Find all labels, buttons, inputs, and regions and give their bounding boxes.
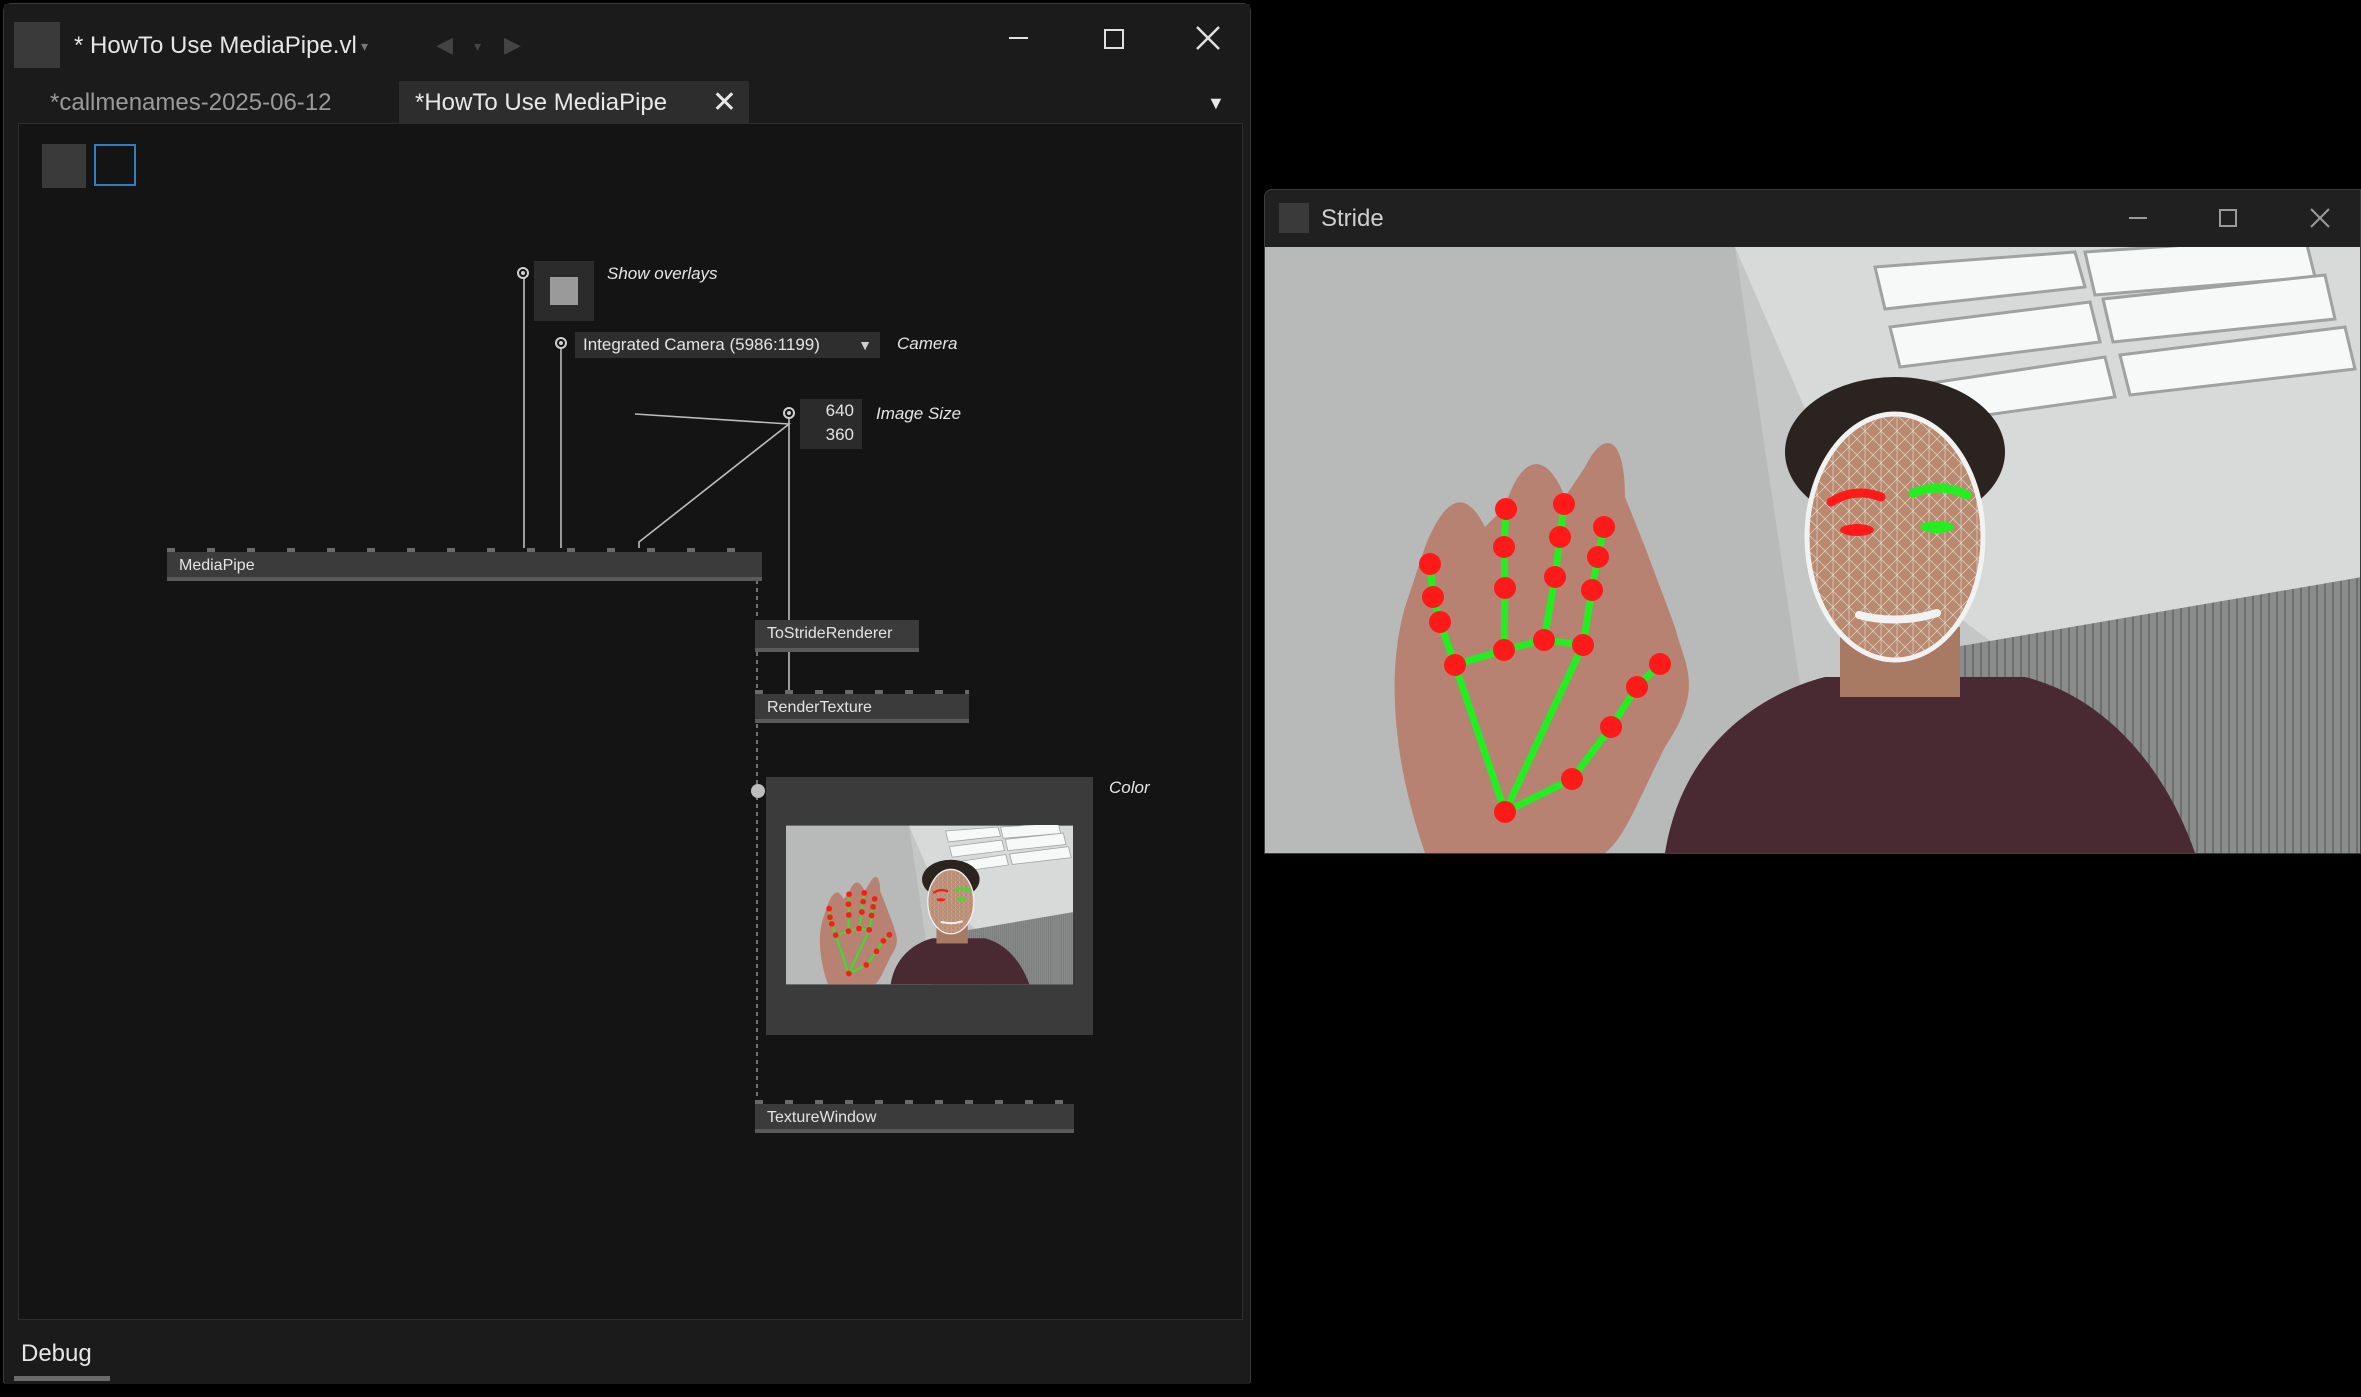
tab-label: *HowTo Use MediaPipe: [415, 89, 668, 116]
texture-window-node[interactable]: TextureWindow: [755, 1100, 1074, 1133]
title-chevron-down-icon[interactable]: ▾: [361, 38, 368, 55]
to-stride-renderer-node[interactable]: ToStrideRenderer: [755, 620, 919, 652]
image-size-pad[interactable]: [783, 407, 795, 419]
minimize-icon[interactable]: [994, 16, 1044, 60]
tab-close-icon[interactable]: ✕: [712, 81, 737, 125]
window-title: * HowTo Use MediaPipe.vl: [74, 32, 357, 59]
stride-close-icon[interactable]: [2295, 200, 2345, 236]
tab-label: *callmenames-2025-06-12: [50, 89, 332, 116]
maximize-icon[interactable]: [1089, 16, 1139, 60]
back-arrow-icon[interactable]: ◀: [436, 32, 453, 58]
document-tabs: *callmenames-2025-06-12 *HowTo Use Media…: [4, 81, 1250, 125]
camera-value: Integrated Camera (5986:1199): [583, 335, 820, 354]
texture-preview-box: [766, 777, 1093, 1035]
status-bar: Debug: [4, 1320, 1250, 1384]
show-overlays-toggle[interactable]: [534, 261, 594, 321]
debug-tab[interactable]: Debug: [21, 1340, 92, 1368]
image-size-width: 640: [825, 401, 854, 420]
tab-howto-mediapipe[interactable]: *HowTo Use MediaPipe ✕: [399, 81, 749, 123]
stride-app-icon: [1279, 203, 1309, 233]
camera-frame-with-overlays: [1265, 247, 2361, 853]
camera-dropdown[interactable]: Integrated Camera (5986:1199) ▼: [575, 332, 880, 358]
history-chevron-down-icon[interactable]: ▾: [474, 38, 481, 55]
camera-pad[interactable]: [555, 337, 567, 349]
color-label: Color: [1109, 778, 1150, 797]
toggle-square: [550, 277, 578, 305]
stride-render-view[interactable]: [1265, 247, 2361, 853]
color-pad[interactable]: [751, 784, 765, 798]
mediapipe-body: MediaPipe: [167, 552, 762, 581]
debug-label: Debug: [21, 1340, 92, 1367]
debug-tab-underline: [14, 1376, 110, 1381]
stride-maximize-icon[interactable]: [2203, 200, 2253, 236]
vl-editor-window: * HowTo Use MediaPipe.vl ▾ ◀ ▾ ▶ *callme…: [3, 3, 1251, 1384]
render-texture-body: RenderTexture: [755, 694, 969, 723]
image-size-input[interactable]: 640 360: [800, 399, 862, 449]
tab-callmenames[interactable]: *callmenames-2025-06-12: [34, 81, 394, 123]
image-size-height: 360: [825, 425, 854, 444]
stride-titlebar: Stride: [1265, 190, 2360, 247]
forward-arrow-icon[interactable]: ▶: [504, 32, 521, 58]
stride-minimize-icon[interactable]: [2113, 200, 2163, 236]
render-texture-node[interactable]: RenderTexture: [755, 690, 969, 723]
tab-menu-icon[interactable]: ▼: [1207, 93, 1225, 114]
texture-preview-image: [786, 825, 1073, 985]
show-overlays-label: Show overlays: [607, 264, 718, 283]
patch-canvas[interactable]: Show overlays Integrated Camera (5986:11…: [18, 123, 1243, 1320]
mediapipe-node[interactable]: MediaPipe: [167, 548, 762, 581]
vl-titlebar: * HowTo Use MediaPipe.vl ▾ ◀ ▾ ▶: [4, 4, 1250, 84]
stride-window: Stride: [1264, 189, 2361, 854]
camera-label: Camera: [897, 334, 958, 353]
image-size-label: Image Size: [876, 404, 962, 423]
texture-window-body: TextureWindow: [755, 1104, 1074, 1133]
stride-window-title: Stride: [1321, 205, 1384, 232]
show-overlays-pad[interactable]: [517, 267, 529, 279]
app-icon: [14, 22, 60, 68]
close-icon[interactable]: [1182, 16, 1232, 60]
chevron-down-icon: ▼: [858, 337, 872, 353]
patch-links: [523, 276, 792, 1100]
